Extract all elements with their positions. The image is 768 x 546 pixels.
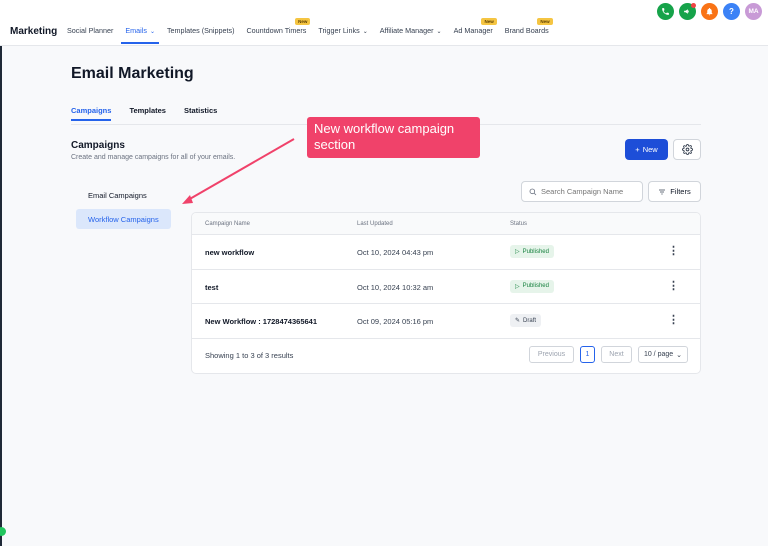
arrow-head [182, 195, 193, 204]
annotation-callout: New workflow campaign section [307, 117, 480, 158]
annotation-arrow [182, 138, 295, 204]
arrow-line [187, 138, 295, 201]
